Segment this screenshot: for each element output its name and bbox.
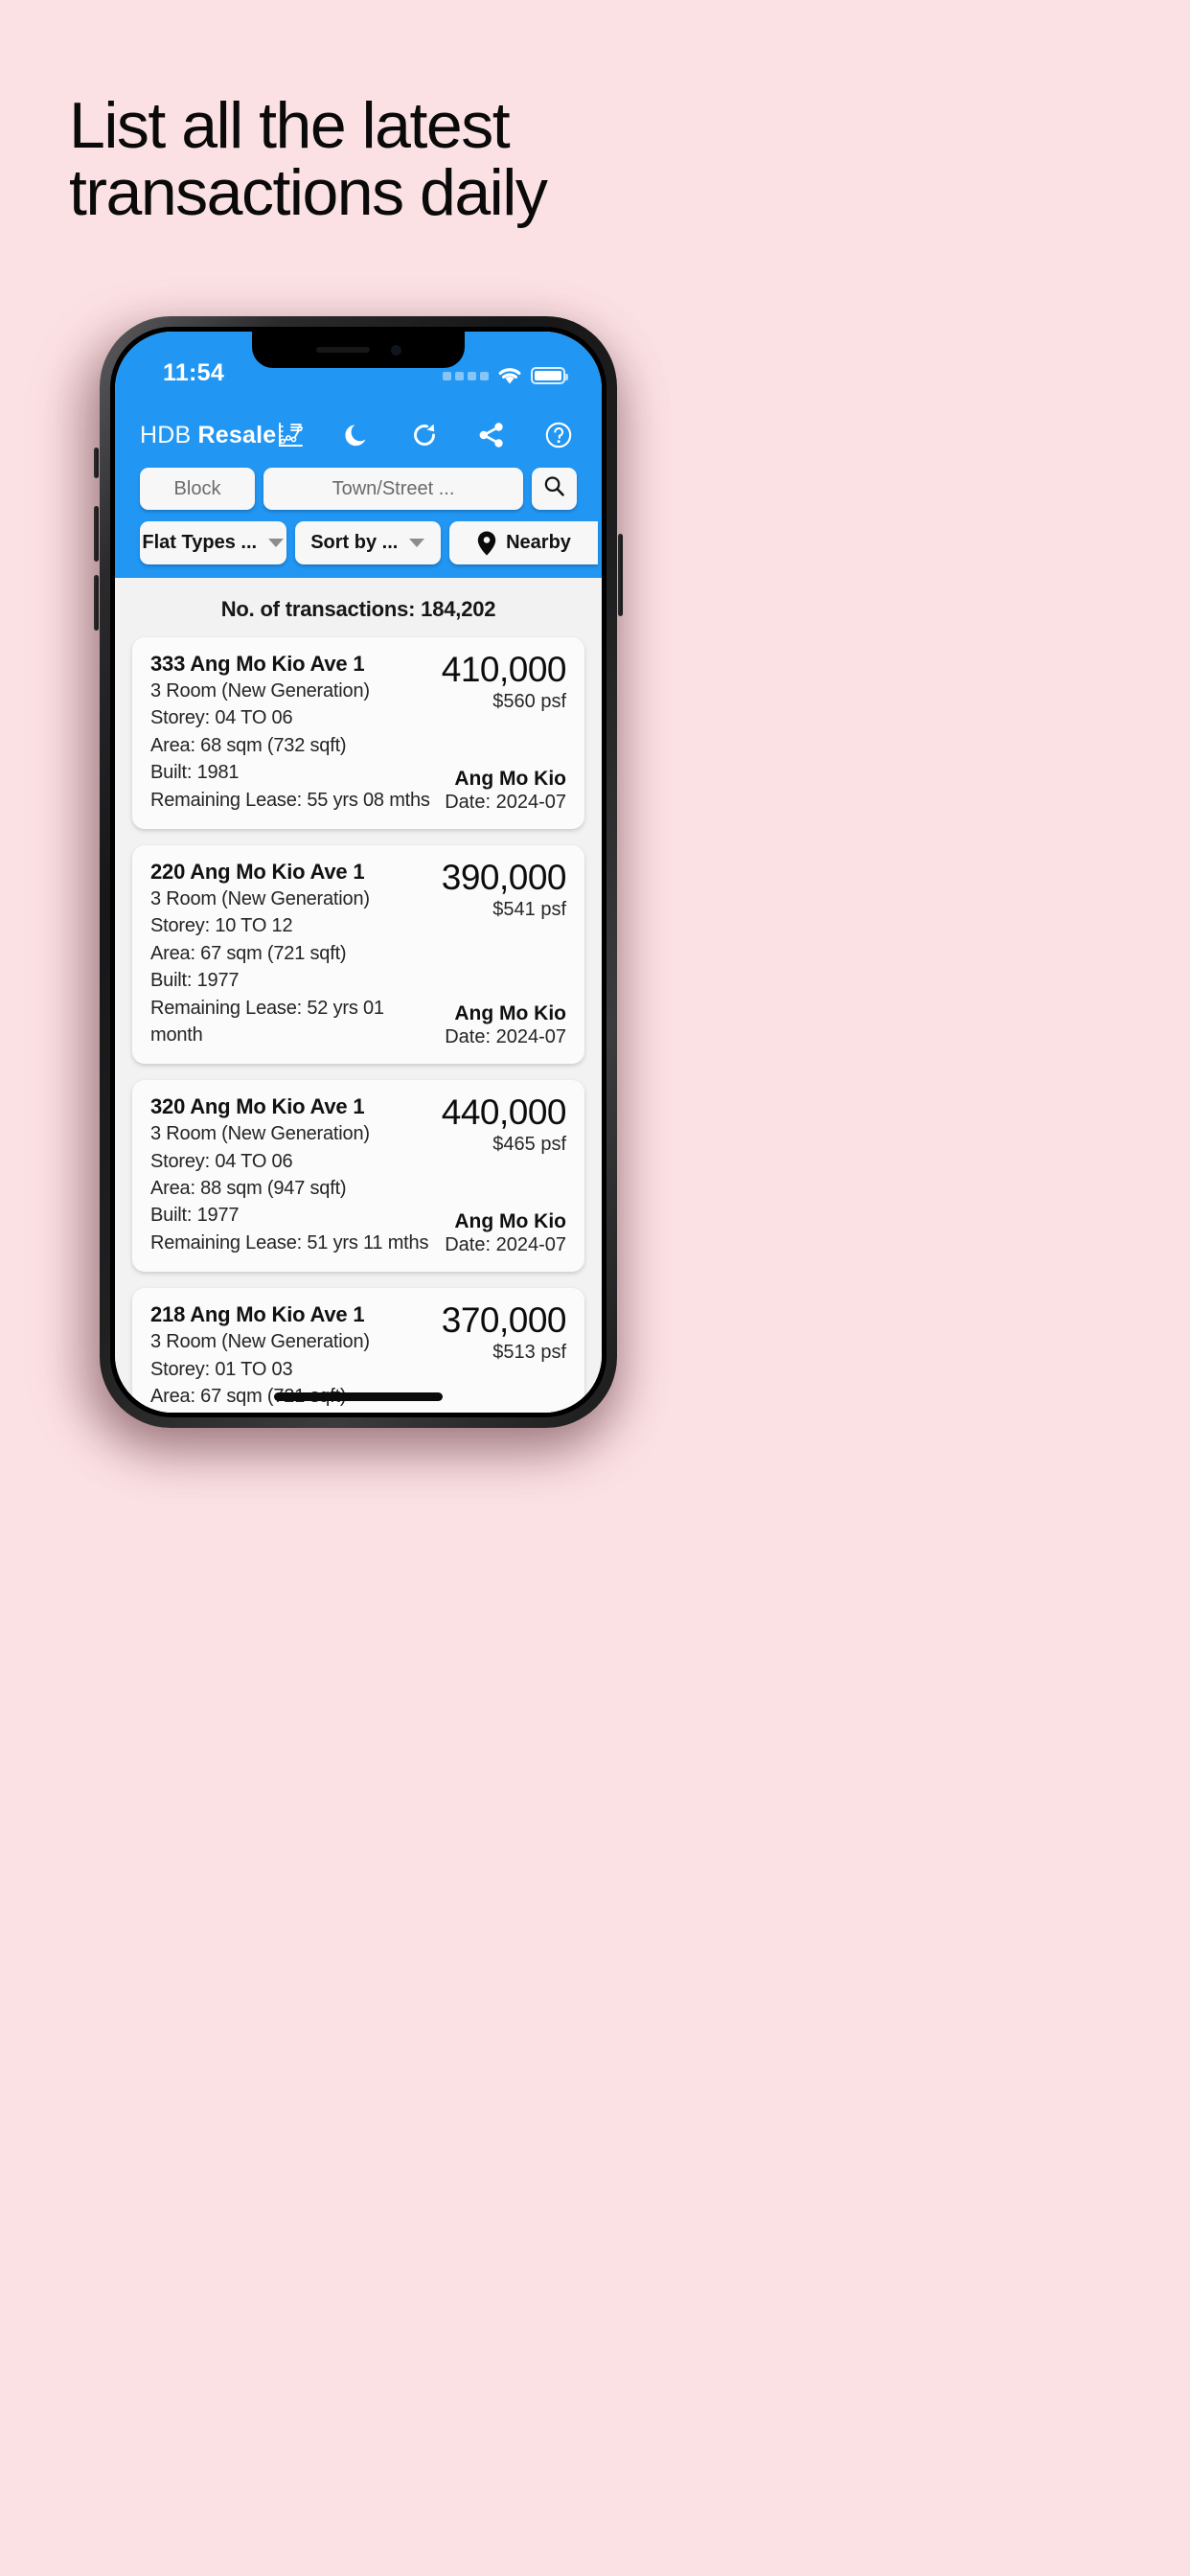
transaction-date: Date: 2024-07 (445, 1234, 566, 1256)
transaction-price-block: 440,000 $465 psf Ang Mo Kio Date: 2024-0… (434, 1092, 567, 1256)
transaction-address: 320 Ang Mo Kio Ave 1 (150, 1094, 365, 1119)
transaction-count: No. of transactions: 184,202 (220, 597, 496, 621)
search-button[interactable] (532, 468, 577, 510)
transaction-price: 440,000 (441, 1092, 567, 1133)
transaction-built: Built: 1981 (150, 762, 240, 784)
signal-dots-icon (443, 371, 489, 380)
transaction-card[interactable]: 220 Ang Mo Kio Ave 1 3 Room (New Generat… (132, 844, 584, 1065)
phone-notch (252, 332, 465, 368)
status-bar-indicators (443, 366, 568, 387)
phone-silent-switch[interactable] (94, 448, 99, 478)
transaction-date: Date: 2024-07 (445, 1026, 566, 1048)
transaction-storey: Storey: 04 TO 06 (150, 707, 293, 729)
transaction-price-block: 410,000 $560 psf Ang Mo Kio Date: 2024-0… (434, 650, 567, 814)
transaction-card[interactable]: 333 Ang Mo Kio Ave 1 3 Room (New Generat… (132, 637, 584, 829)
app-title: HDB Resale (140, 422, 276, 449)
chevron-down-icon (409, 539, 425, 547)
front-camera (390, 344, 401, 356)
map-pin-icon (476, 530, 497, 557)
phone-bezel: 11:54 HDB Resale Block Town/Street ... F… (110, 327, 606, 1417)
transaction-lease: Remaining Lease: 51 yrs 11 mths (150, 1231, 429, 1254)
nearby-label: Nearby (506, 532, 571, 553)
app-bar-actions (276, 421, 577, 449)
nearby-button[interactable]: Nearby (449, 521, 598, 564)
transaction-details: 220 Ang Mo Kio Ave 1 3 Room (New Generat… (150, 860, 434, 1048)
headline-line-1: List all the latest (69, 89, 511, 162)
transaction-storey: Storey: 04 TO 06 (150, 1150, 293, 1172)
status-bar-time: 11:54 (163, 359, 225, 386)
sort-by-dropdown[interactable]: Sort by ... (294, 521, 441, 564)
transaction-address: 220 Ang Mo Kio Ave 1 (150, 859, 365, 884)
transaction-address: 218 Ang Mo Kio Ave 1 (150, 1302, 365, 1327)
transaction-price: 390,000 (441, 857, 567, 897)
chevron-down-icon (268, 539, 285, 547)
phone-frame: 11:54 HDB Resale Block Town/Street ... F… (100, 316, 617, 1428)
transaction-built: Built: 1977 (150, 970, 240, 992)
flat-types-dropdown[interactable]: Flat Types ... (140, 521, 286, 564)
headline-line-2: transactions daily (69, 156, 548, 230)
transaction-price: 410,000 (441, 650, 567, 689)
search-icon (542, 474, 566, 503)
transaction-psf: $465 psf (492, 1134, 566, 1156)
transaction-flat-type: 3 Room (New Generation) (150, 1123, 370, 1145)
transaction-built: Built: 1977 (150, 1205, 240, 1227)
marketing-headline: List all the latest transactions daily (69, 92, 1104, 226)
transaction-town: Ang Mo Kio (454, 1002, 566, 1025)
transaction-lease: Remaining Lease: 52 yrs 01 month (150, 997, 384, 1046)
app-bar: HDB Resale Block Town/Street ... Flat Ty… (115, 397, 602, 578)
transaction-area: Area: 68 sqm (732 sqft) (150, 734, 347, 756)
transaction-date: Date: 2024-07 (445, 791, 566, 813)
transaction-lease: Remaining Lease: 55 yrs 08 mths (150, 789, 430, 811)
filter-row: Flat Types ... Sort by ... Nearby (140, 510, 598, 578)
transaction-psf: $513 psf (492, 1341, 566, 1363)
transaction-storey: Storey: 10 TO 12 (150, 915, 293, 937)
wifi-icon (497, 366, 522, 385)
share-icon[interactable] (477, 421, 506, 449)
chart-icon[interactable] (276, 421, 305, 449)
transaction-flat-type: 3 Room (New Generation) (150, 1331, 370, 1353)
transaction-card[interactable]: 320 Ang Mo Kio Ave 1 3 Room (New Generat… (132, 1080, 584, 1273)
moon-icon[interactable] (343, 421, 372, 449)
phone-volume-down-button[interactable] (94, 575, 99, 631)
app-title-prefix: HDB (140, 421, 192, 448)
transaction-town: Ang Mo Kio (454, 767, 566, 790)
transaction-price-block: 390,000 $541 psf Ang Mo Kio Date: 2024-0… (434, 857, 567, 1048)
transaction-built: Built: 1976 (150, 1410, 434, 1413)
phone-volume-up-button[interactable] (94, 506, 99, 562)
transaction-details: 333 Ang Mo Kio Ave 1 3 Room (New Generat… (150, 652, 434, 814)
phone-power-button[interactable] (618, 534, 623, 616)
transaction-flat-type: 3 Room (New Generation) (150, 680, 370, 702)
transaction-area: Area: 88 sqm (947 sqft) (150, 1178, 347, 1200)
refresh-icon[interactable] (410, 421, 439, 449)
transaction-psf: $541 psf (492, 898, 566, 920)
earpiece-speaker (315, 347, 370, 353)
transaction-area: Area: 67 sqm (721 sqft) (150, 942, 347, 964)
app-bar-top-row: HDB Resale (140, 408, 577, 462)
search-row: Block Town/Street ... (140, 462, 577, 510)
transaction-town: Ang Mo Kio (454, 1210, 566, 1233)
transaction-psf: $560 psf (492, 690, 566, 712)
transaction-address: 333 Ang Mo Kio Ave 1 (150, 652, 365, 676)
transaction-list[interactable]: No. of transactions: 184,202 333 Ang Mo … (115, 578, 602, 1413)
transaction-flat-type: 3 Room (New Generation) (150, 887, 370, 909)
transaction-price-block: 370,000 $513 psf Ang Mo Kio Date: 2024-0… (434, 1300, 567, 1413)
flat-types-label: Flat Types ... (142, 532, 258, 553)
block-input[interactable]: Block (140, 468, 255, 510)
sort-by-label: Sort by ... (310, 532, 399, 553)
transaction-storey: Storey: 01 TO 03 (150, 1358, 293, 1380)
town-street-input[interactable]: Town/Street ... (263, 468, 523, 510)
transaction-details: 320 Ang Mo Kio Ave 1 3 Room (New Generat… (150, 1094, 434, 1256)
phone-screen: 11:54 HDB Resale Block Town/Street ... F… (115, 332, 602, 1413)
home-indicator[interactable] (274, 1392, 443, 1401)
help-icon[interactable] (544, 421, 573, 449)
app-title-name: Resale (197, 421, 277, 448)
transaction-price: 370,000 (441, 1300, 567, 1341)
battery-full-icon (531, 367, 568, 384)
